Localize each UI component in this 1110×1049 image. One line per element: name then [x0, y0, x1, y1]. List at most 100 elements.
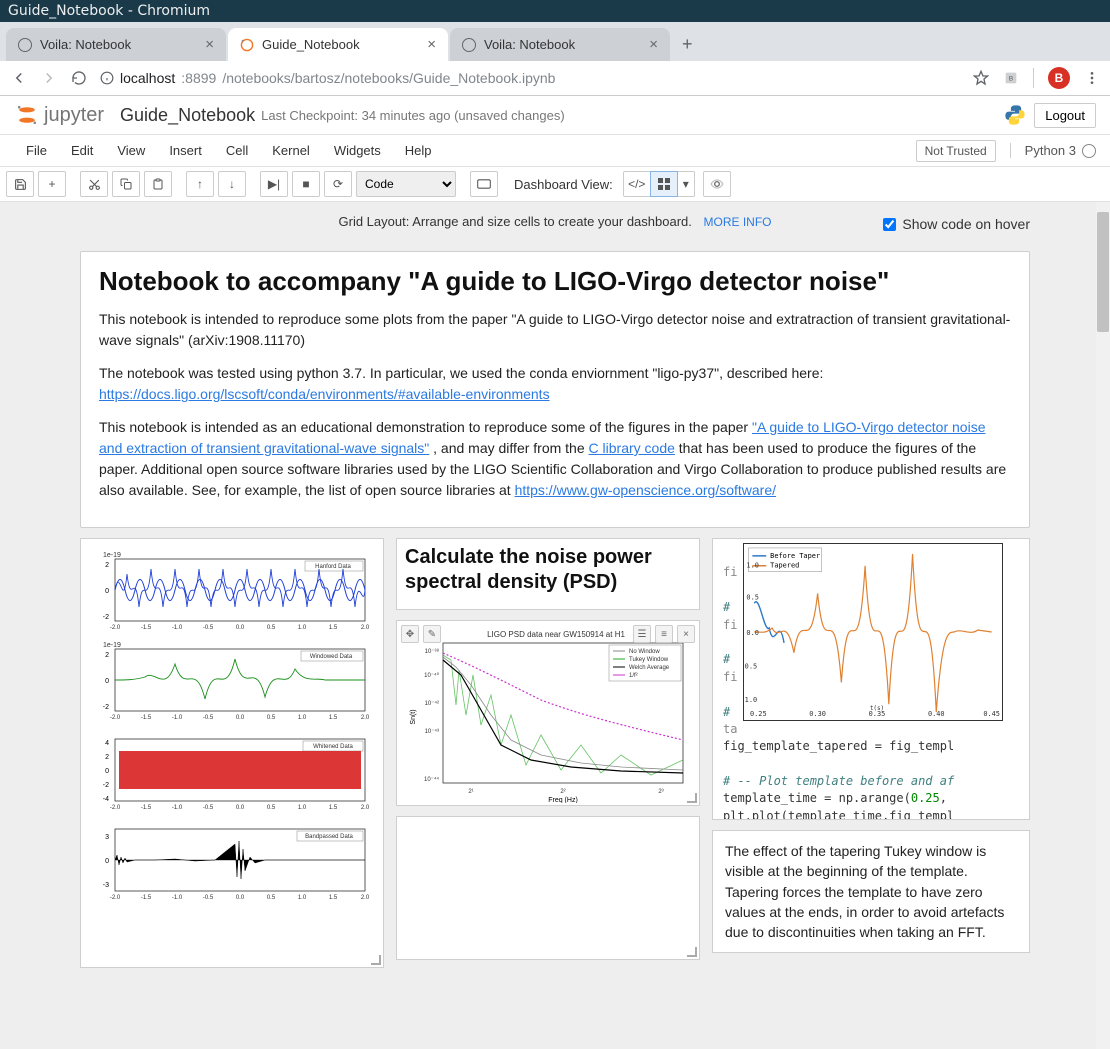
- svg-text:-0.5: -0.5: [203, 625, 214, 631]
- run-button[interactable]: ▶|: [260, 171, 288, 197]
- list-icon[interactable]: ≡: [655, 625, 673, 643]
- conda-link[interactable]: https://docs.ligo.org/lscsoft/conda/envi…: [99, 386, 550, 402]
- markdown-cell-psd-heading[interactable]: Calculate the noise power spectral densi…: [396, 538, 700, 610]
- svg-text:-4: -4: [103, 796, 109, 803]
- menu-edit[interactable]: Edit: [59, 139, 105, 162]
- jupyter-logo[interactable]: jupyter: [14, 102, 104, 128]
- back-button[interactable]: [10, 69, 28, 87]
- forward-button[interactable]: [40, 69, 58, 87]
- add-cell-button[interactable]: +: [38, 171, 66, 197]
- taper-plot: Before Taper Tapered 1.00.50.0-0.5-1.0 0…: [743, 543, 1003, 721]
- move-up-button[interactable]: ↑: [186, 171, 214, 197]
- edit-icon[interactable]: ✎: [423, 625, 441, 643]
- svg-text:-3: -3: [103, 882, 109, 889]
- globe-icon: [18, 38, 32, 52]
- menu-cell[interactable]: Cell: [214, 139, 260, 162]
- celltype-select[interactable]: Code: [356, 171, 456, 197]
- tab-voila-1[interactable]: Voila: Notebook ×: [6, 28, 226, 61]
- svg-text:1.5: 1.5: [329, 625, 338, 631]
- extension-icon[interactable]: B: [1003, 70, 1019, 86]
- menu-icon[interactable]: [1084, 70, 1100, 86]
- cut-button[interactable]: [80, 171, 108, 197]
- reload-button[interactable]: [70, 69, 88, 87]
- empty-cell[interactable]: [396, 816, 700, 960]
- scrollbar[interactable]: [1096, 202, 1110, 1049]
- tab-guide-notebook[interactable]: Guide_Notebook ×: [228, 28, 448, 61]
- close-icon[interactable]: ×: [205, 36, 214, 53]
- more-info-link[interactable]: MORE INFO: [704, 215, 772, 229]
- show-code-checkbox[interactable]: [883, 218, 896, 231]
- menu-widgets[interactable]: Widgets: [322, 139, 393, 162]
- show-code-hover[interactable]: Show code on hover: [883, 216, 1030, 232]
- move-icon[interactable]: ✥: [401, 625, 419, 643]
- dashboard-dropdown-button[interactable]: ▾: [677, 171, 695, 197]
- svg-text:0.0: 0.0: [236, 895, 245, 901]
- menu-insert[interactable]: Insert: [157, 139, 214, 162]
- plot-cell-psd[interactable]: ✥ ✎ ☰ ≡ × LIGO PSD data near GW150914 at…: [396, 620, 700, 806]
- url-input[interactable]: localhost:8899/notebooks/bartosz/noteboo…: [100, 70, 961, 86]
- markdown-cell-taper-text[interactable]: The effect of the tapering Tukey window …: [712, 830, 1030, 953]
- psd-plot: LIGO PSD data near GW150914 at H1 No Win…: [401, 625, 697, 803]
- psd-heading: Calculate the noise power spectral densi…: [401, 543, 695, 597]
- software-link[interactable]: https://www.gw-openscience.org/software/: [515, 482, 776, 498]
- save-button[interactable]: [6, 171, 34, 197]
- star-icon[interactable]: [973, 70, 989, 86]
- notebook-title[interactable]: Guide_Notebook: [120, 105, 255, 126]
- logout-button[interactable]: Logout: [1034, 103, 1096, 128]
- avatar[interactable]: B: [1048, 67, 1070, 89]
- close-icon[interactable]: ×: [649, 36, 658, 53]
- svg-text:0.5: 0.5: [267, 715, 276, 721]
- command-palette-button[interactable]: [470, 171, 498, 197]
- toolbar: + ↑ ↓ ▶| ■ ⟳ Code Dashboard View: </> ▾: [0, 167, 1110, 202]
- svg-text:0.0: 0.0: [236, 715, 245, 721]
- svg-text:Welch Average: Welch Average: [629, 665, 670, 671]
- address-bar: localhost:8899/notebooks/bartosz/noteboo…: [0, 61, 1110, 96]
- menu-file[interactable]: File: [14, 139, 59, 162]
- resize-handle[interactable]: [687, 793, 697, 803]
- dashboard-grid-view-button[interactable]: [650, 171, 678, 197]
- move-down-button[interactable]: ↓: [218, 171, 246, 197]
- resize-handle[interactable]: [687, 947, 697, 957]
- jupyter-icon: [240, 38, 254, 52]
- new-tab-button[interactable]: +: [672, 28, 703, 61]
- svg-text:1.0: 1.0: [298, 895, 307, 901]
- svg-text:2.0: 2.0: [361, 625, 370, 631]
- code-cell-taper[interactable]: fi # fi # fi # ta fig_template_tapered =…: [712, 538, 1030, 820]
- svg-text:10⁻⁴⁰: 10⁻⁴⁰: [424, 672, 439, 679]
- svg-text:0: 0: [105, 768, 109, 775]
- taper-text: The effect of the tapering Tukey window …: [725, 843, 1004, 940]
- svg-text:0: 0: [105, 858, 109, 865]
- checkpoint-info: Last Checkpoint: 34 minutes ago (unsaved…: [261, 108, 565, 123]
- svg-text:10⁻³⁸: 10⁻³⁸: [425, 648, 440, 655]
- close-icon[interactable]: ×: [427, 36, 436, 53]
- stop-button[interactable]: ■: [292, 171, 320, 197]
- menu-view[interactable]: View: [105, 139, 157, 162]
- resize-handle[interactable]: [371, 955, 381, 965]
- menu-help[interactable]: Help: [393, 139, 444, 162]
- plot-cell-strain-panels[interactable]: 1e-19 Hanford Data 20-2 -2.0-1.5-1.0-0.5…: [80, 538, 384, 968]
- svg-text:1.0: 1.0: [298, 715, 307, 721]
- tab-voila-2[interactable]: Voila: Notebook ×: [450, 28, 670, 61]
- trust-indicator[interactable]: Not Trusted: [916, 140, 996, 162]
- dashboard-view-label: Dashboard View:: [514, 177, 613, 192]
- svg-text:0.5: 0.5: [267, 895, 276, 901]
- dashboard-preview-button[interactable]: [703, 171, 731, 197]
- copy-button[interactable]: [112, 171, 140, 197]
- svg-text:No Window: No Window: [629, 649, 660, 655]
- menu-kernel[interactable]: Kernel: [260, 139, 322, 162]
- paste-button[interactable]: [144, 171, 172, 197]
- restart-button[interactable]: ⟳: [324, 171, 352, 197]
- url-path: /notebooks/bartosz/notebooks/Guide_Noteb…: [222, 70, 555, 86]
- grid-icon[interactable]: ☰: [633, 625, 651, 643]
- url-port: :8899: [181, 70, 216, 86]
- svg-text:0.40: 0.40: [928, 710, 945, 718]
- dashboard-code-view-button[interactable]: </>: [623, 171, 651, 197]
- close-icon[interactable]: ×: [677, 625, 695, 643]
- kernel-indicator[interactable]: Python 3: [1010, 143, 1096, 158]
- svg-text:-1.0: -1.0: [172, 805, 183, 811]
- svg-text:2.0: 2.0: [361, 715, 370, 721]
- svg-text:0.5: 0.5: [267, 805, 276, 811]
- c-library-link[interactable]: C library code: [589, 440, 675, 456]
- markdown-cell-intro[interactable]: Notebook to accompany "A guide to LIGO-V…: [80, 251, 1030, 528]
- svg-text:1.0: 1.0: [746, 562, 758, 570]
